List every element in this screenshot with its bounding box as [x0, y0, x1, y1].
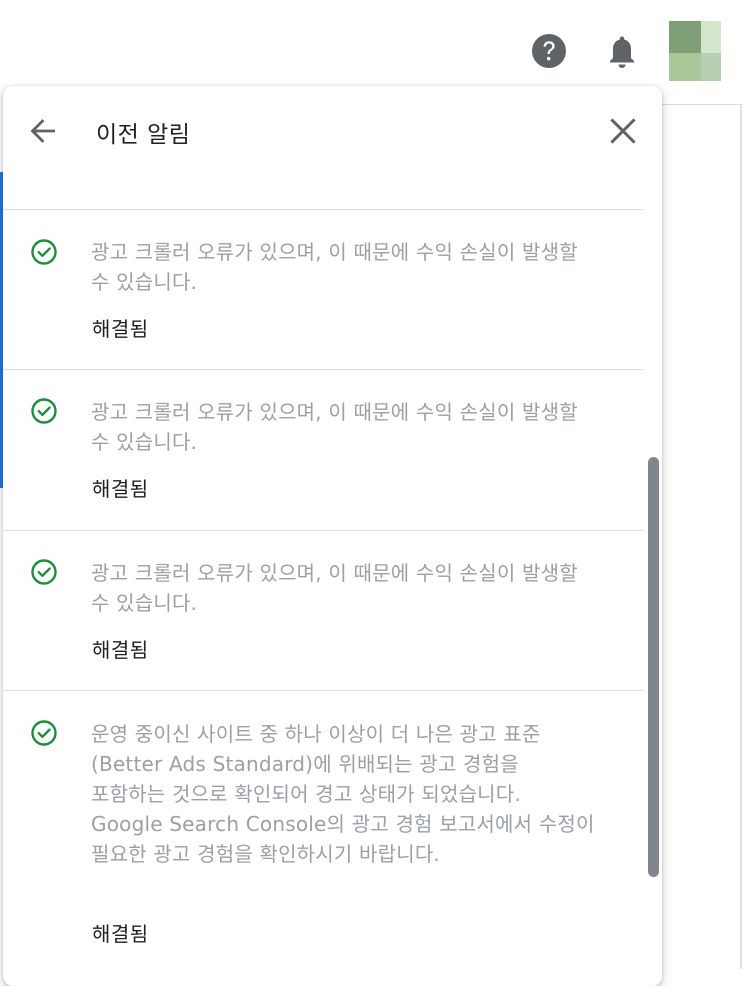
clipped-previous-item: · [104, 166, 114, 170]
notification-message: 광고 크롤러 오류가 있으며, 이 때문에 수익 손실이 발생할 수 있습니다. [91, 240, 578, 294]
notification-status: 해결됨 [92, 922, 149, 946]
check-circle-icon [31, 720, 57, 746]
avatar[interactable] [669, 21, 721, 81]
notification-item[interactable]: 운영 중이신 사이트 중 하나 이상이 더 나은 광고 표준(Better Ad… [3, 691, 643, 986]
panel-title: 이전 알림 [96, 122, 191, 148]
check-circle-icon [31, 239, 57, 265]
help-icon[interactable] [531, 33, 567, 69]
notification-panel: 이전 알림 · 광고 크롤러 오류가 있으며, 이 때문에 수익 손실이 발생할… [3, 86, 662, 986]
notification-message: 광고 크롤러 오류가 있으며, 이 때문에 수익 손실이 발생할 수 있습니다. [91, 561, 578, 615]
bell-icon[interactable] [606, 34, 638, 70]
notification-item[interactable]: 광고 크롤러 오류가 있으며, 이 때문에 수익 손실이 발생할 수 있습니다.… [3, 370, 643, 530]
arrow-back-icon[interactable] [25, 113, 61, 149]
content-divider [740, 105, 742, 969]
notification-message: 운영 중이신 사이트 중 하나 이상이 더 나은 광고 표준(Better Ad… [91, 722, 595, 866]
notification-item[interactable]: 광고 크롤러 오류가 있으며, 이 때문에 수익 손실이 발생할 수 있습니다.… [3, 531, 643, 690]
panel-header: 이전 알림 [3, 86, 662, 176]
notification-status: 해결됨 [92, 638, 149, 662]
notification-status: 해결됨 [92, 477, 149, 501]
app-top-bar [0, 0, 743, 100]
check-circle-icon [31, 559, 57, 585]
notification-status: 해결됨 [92, 317, 149, 341]
close-icon[interactable] [606, 114, 640, 148]
content-divider [662, 104, 743, 105]
notification-message: 광고 크롤러 오류가 있으며, 이 때문에 수익 손실이 발생할 수 있습니다. [91, 400, 578, 454]
check-circle-icon [31, 398, 57, 424]
scrollbar-thumb[interactable] [648, 457, 659, 877]
notification-item[interactable]: 광고 크롤러 오류가 있으며, 이 때문에 수익 손실이 발생할 수 있습니다.… [3, 210, 643, 369]
